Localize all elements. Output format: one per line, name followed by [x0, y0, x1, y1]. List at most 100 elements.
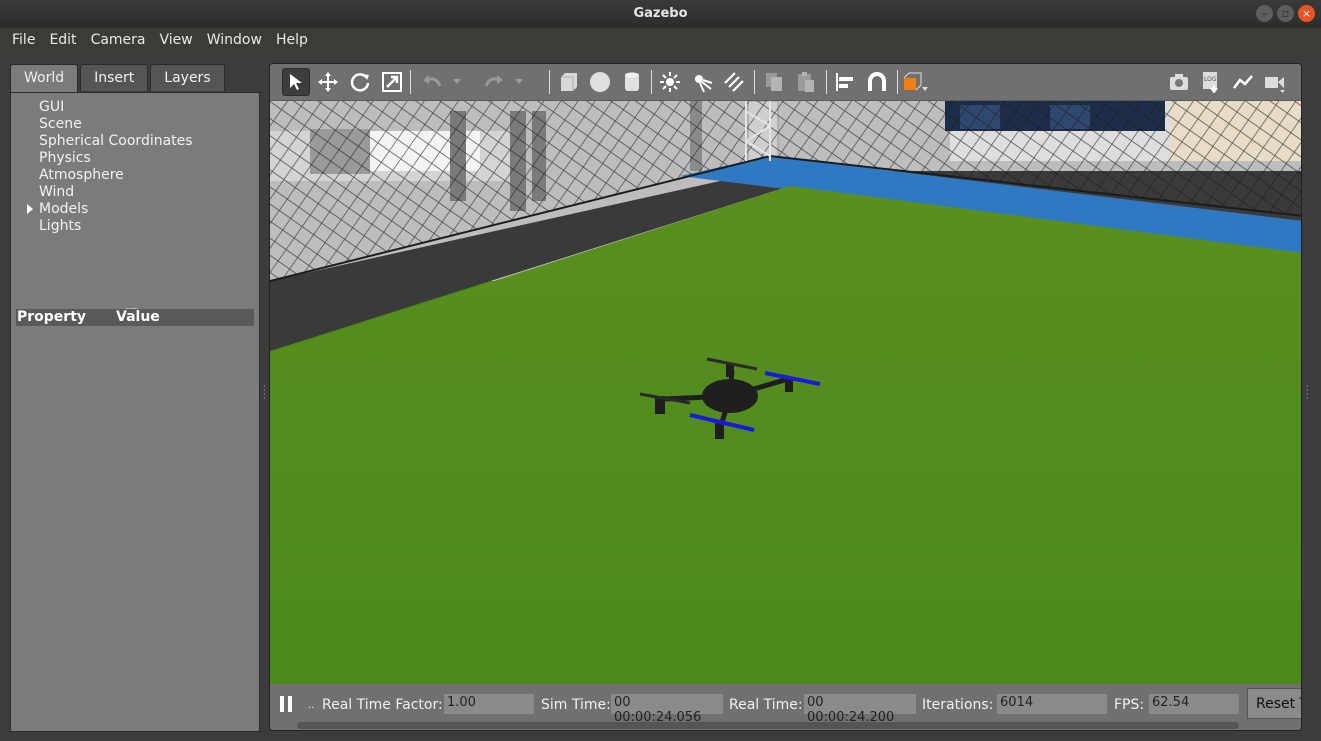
maximize-icon: ▫ [1281, 7, 1290, 20]
copy-button[interactable] [760, 68, 788, 96]
toolbar-separator [651, 70, 652, 94]
plot-icon [1233, 75, 1253, 89]
translate-icon [318, 72, 338, 92]
tree-item-wind[interactable]: Wind [39, 184, 74, 200]
snap-button[interactable] [863, 68, 891, 96]
window-title: Gazebo [633, 6, 688, 21]
real-time-field: 00 00:00:24.200 [804, 694, 916, 725]
undo-history-button[interactable] [450, 68, 464, 96]
tree-item-scene[interactable]: Scene [39, 116, 82, 132]
maximize-button[interactable]: ▫ [1277, 5, 1294, 22]
render-viewport[interactable]: LOG .. Real Time Factor: 1.00 Sim Time: … [269, 63, 1302, 731]
tree-item-physics[interactable]: Physics [39, 150, 91, 166]
plot-button[interactable] [1229, 68, 1257, 96]
menu-view[interactable]: View [153, 28, 200, 54]
left-splitter-handle[interactable]: · · · · [263, 383, 266, 403]
status-scrollbar[interactable] [297, 722, 1239, 729]
fps-label: FPS: [1114, 697, 1145, 713]
menu-window[interactable]: Window [200, 28, 269, 54]
snap-icon [868, 72, 886, 91]
view-angle-icon [903, 72, 928, 91]
value-column-header: Value [116, 309, 160, 325]
scale-mode-button[interactable] [378, 68, 406, 96]
3d-scene[interactable] [270, 101, 1302, 684]
sim-time-label: Sim Time: [541, 697, 611, 713]
close-button[interactable]: × [1298, 5, 1315, 22]
insert-sphere-button[interactable] [586, 68, 614, 96]
undo-button[interactable] [418, 68, 446, 96]
rotate-icon [350, 73, 370, 92]
redo-history-button[interactable] [512, 68, 526, 96]
step-button[interactable]: .. [308, 700, 314, 711]
align-icon [836, 73, 853, 91]
tab-world[interactable]: World [10, 64, 79, 92]
svg-text:LOG: LOG [1204, 76, 1217, 83]
copy-icon [766, 73, 782, 91]
undo-icon [423, 75, 442, 87]
view-angle-button[interactable] [902, 68, 930, 96]
tab-layers[interactable]: Layers [150, 64, 225, 91]
video-record-button[interactable] [1261, 68, 1289, 96]
menu-camera[interactable]: Camera [84, 28, 153, 54]
menu-edit[interactable]: Edit [42, 28, 83, 54]
tree-item-gui[interactable]: GUI [39, 99, 64, 115]
redo-button[interactable] [480, 68, 508, 96]
right-splitter-handle[interactable]: · · · · [1306, 383, 1309, 403]
play-pause-button[interactable] [280, 696, 292, 712]
world-tree: GUI Scene Spherical Coordinates Physics … [10, 92, 260, 732]
insert-spot-light-button[interactable] [688, 68, 716, 96]
translate-mode-button[interactable] [314, 68, 342, 96]
insert-box-button[interactable] [554, 68, 582, 96]
tree-item-atmosphere[interactable]: Atmosphere [39, 167, 124, 183]
close-icon: × [1301, 7, 1312, 20]
screenshot-button[interactable] [1165, 68, 1193, 96]
reset-time-button[interactable]: Reset Time [1247, 688, 1301, 719]
redo-icon [484, 75, 503, 87]
cylinder-icon [625, 72, 639, 91]
toolbar-separator [826, 70, 827, 94]
select-mode-button[interactable] [282, 68, 310, 96]
real-time-factor-label: Real Time Factor: [322, 697, 443, 713]
insert-cylinder-button[interactable] [618, 68, 646, 96]
select-arrow-icon [290, 74, 302, 90]
paste-icon [798, 72, 814, 92]
toolbar-separator [754, 70, 755, 94]
insert-point-light-button[interactable] [656, 68, 684, 96]
iterations-field: 6014 [997, 694, 1107, 714]
iterations-label: Iterations: [922, 697, 994, 713]
expand-arrow-icon[interactable] [27, 204, 33, 214]
real-time-factor-field: 1.00 [444, 694, 534, 714]
insert-directional-light-button[interactable] [720, 68, 748, 96]
menu-bar: File Edit Camera View Window Help [0, 28, 1321, 54]
tree-item-models[interactable]: Models [27, 201, 88, 217]
fps-field: 62.54 [1149, 694, 1239, 714]
left-panel: World Insert Layers GUI Scene Spherical … [10, 64, 260, 732]
sphere-icon [590, 72, 610, 92]
align-button[interactable] [831, 68, 859, 96]
log-icon: LOG [1203, 72, 1218, 93]
sim-time-field: 00 00:00:24.056 [611, 694, 723, 725]
main-toolbar: LOG [270, 64, 1301, 101]
tab-insert[interactable]: Insert [80, 64, 149, 91]
log-button[interactable]: LOG [1197, 68, 1225, 96]
screenshot-icon [1170, 74, 1188, 90]
spot-light-icon [695, 75, 713, 93]
box-icon [561, 73, 577, 91]
property-column-header: Property [17, 309, 87, 325]
toolbar-separator [897, 70, 898, 94]
video-record-icon [1265, 77, 1285, 93]
status-bar: .. Real Time Factor: 1.00 Sim Time: 00 0… [270, 684, 1301, 730]
point-light-icon [660, 72, 680, 92]
scale-icon [382, 72, 402, 92]
property-table-header: Property Value [16, 309, 254, 326]
menu-help[interactable]: Help [269, 28, 315, 54]
paste-button[interactable] [792, 68, 820, 96]
undo-history-icon [453, 79, 461, 84]
rotate-mode-button[interactable] [346, 68, 374, 96]
minimize-icon: – [1261, 7, 1268, 20]
toolbar-separator [549, 70, 550, 94]
menu-file[interactable]: File [5, 28, 42, 54]
tree-item-lights[interactable]: Lights [39, 218, 81, 234]
minimize-button[interactable]: – [1256, 5, 1273, 22]
tree-item-spherical-coordinates[interactable]: Spherical Coordinates [39, 133, 193, 149]
